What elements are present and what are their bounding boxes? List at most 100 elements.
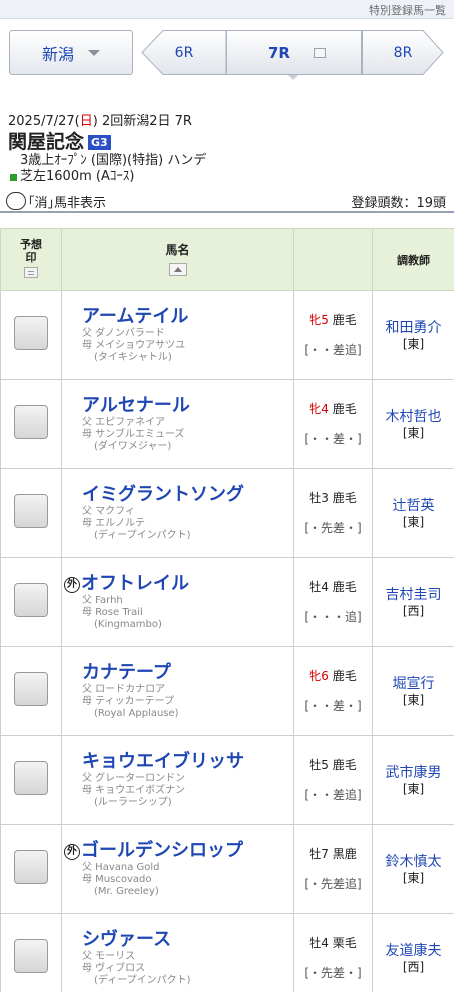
trainer-name[interactable]: 堀宣行 xyxy=(373,675,454,693)
prediction-mark-button[interactable] xyxy=(14,939,48,973)
sire: 父 ロードカナロア xyxy=(82,684,166,695)
prediction-mark-button[interactable] xyxy=(14,316,48,350)
table-header-row: 予想 印 馬名 調教師 xyxy=(0,228,454,291)
chevron-down-icon xyxy=(88,49,100,56)
trainer-affiliation: [東] xyxy=(402,425,425,440)
broodmare-sire: (Mr. Greeley) xyxy=(94,886,159,897)
running-style: [・先差追] xyxy=(304,877,362,891)
table-row: イミグラントソング父 マクフィ母 エルノルテ (ディープインパクト) 牡3 鹿毛 [・… xyxy=(0,468,454,558)
next-race-label: 8R xyxy=(393,44,413,61)
trainer-name[interactable]: 鈴木慎太 xyxy=(373,853,454,871)
sex-age-cell: 牝4 鹿毛 [・・差・] xyxy=(293,379,373,469)
current-race-button[interactable]: 7R xyxy=(226,30,362,80)
prediction-cell xyxy=(0,290,62,380)
horse-name[interactable]: シヴァース xyxy=(82,929,293,951)
table-row: 外オフトレイル父 Farhh 母 Rose Trail (Kingmambo) 牡4 … xyxy=(0,557,454,647)
hide-scratched-label: ｢消｣馬非表示 xyxy=(28,195,107,211)
trainer-header: 調教師 xyxy=(372,228,454,291)
horse-name[interactable]: カナテープ xyxy=(82,662,293,684)
window-icon xyxy=(314,48,326,58)
menu-icon[interactable] xyxy=(24,267,38,278)
dam: 母 Rose Trail xyxy=(82,607,143,618)
venue-select-button[interactable]: 新潟 xyxy=(9,30,133,75)
running-style: [・・・追] xyxy=(304,610,362,624)
special-entries-link[interactable]: 特別登録馬一覧 xyxy=(369,2,446,18)
horse-name[interactable]: 外ゴールデンシロップ xyxy=(64,840,293,862)
prediction-cell xyxy=(0,824,62,914)
prediction-mark-button[interactable] xyxy=(14,761,48,795)
sire: 父 モーリス xyxy=(82,951,136,962)
sire: 父 グレーターロンドン xyxy=(82,773,186,784)
race-title: 関屋記念 xyxy=(8,131,85,153)
prediction-mark-button[interactable] xyxy=(14,850,48,884)
dam: 母 キョウエイボズナン xyxy=(82,785,186,796)
prediction-cell xyxy=(0,557,62,647)
running-style: [・・差・] xyxy=(304,699,362,713)
table-row: 外ゴールデンシロップ父 Havana Gold 母 Muscovado (Mr. G… xyxy=(0,824,454,914)
sire: 父 Havana Gold xyxy=(82,862,160,873)
next-race-button[interactable]: 8R xyxy=(362,30,444,75)
info-header xyxy=(293,228,373,291)
trainer-name[interactable]: 武市康男 xyxy=(373,764,454,782)
horse-cell: アルセナール父 エピファネイア母 サンブルエミューズ (ダイワメジャー) xyxy=(61,379,294,469)
sire: 父 Farhh xyxy=(82,595,123,606)
sire: 父 エピファネイア xyxy=(82,417,166,428)
dam: 母 サンブルエミューズ xyxy=(82,429,185,440)
trainer-cell: 辻哲英 [東] xyxy=(372,468,454,558)
horse-name[interactable]: アームテイル xyxy=(82,306,293,328)
sex-age-cell: 牝5 鹿毛 [・・差追] xyxy=(293,290,373,380)
hide-scratched-toggle[interactable] xyxy=(6,192,26,210)
broodmare-sire: (ルーラーシップ) xyxy=(94,797,172,808)
prev-race-button[interactable]: 6R xyxy=(141,30,227,75)
trainer-name[interactable]: 友道康夫 xyxy=(373,942,454,960)
horse-name[interactable]: 外オフトレイル xyxy=(64,573,293,595)
entry-count: 登録頭数：19頭 xyxy=(351,195,446,211)
prediction-mark-button[interactable] xyxy=(14,405,48,439)
trainer-affiliation: [東] xyxy=(402,514,425,529)
prediction-cell xyxy=(0,913,62,992)
trainer-cell: 友道康夫 [西] xyxy=(372,913,454,992)
trainer-affiliation: [東] xyxy=(402,781,425,796)
filter-row: ｢消｣馬非表示 登録頭数：19頭 xyxy=(0,191,454,213)
pointer-icon xyxy=(288,75,298,80)
race-conditions: 3歳上ｵｰﾌﾟﾝ (国際)(特指) ハンデ xyxy=(20,153,207,168)
dam: 母 ヴィブロス xyxy=(82,963,146,974)
prediction-cell xyxy=(0,468,62,558)
prediction-cell xyxy=(0,379,62,469)
current-race-shape-icon xyxy=(226,30,362,75)
trainer-name[interactable]: 木村哲也 xyxy=(373,408,454,426)
prediction-mark-button[interactable] xyxy=(14,583,48,617)
running-style: [・・差・] xyxy=(304,432,362,446)
race-navigation: 新潟 6R 7R 8R xyxy=(0,19,454,80)
hide-scratched-control[interactable]: ｢消｣馬非表示 xyxy=(6,192,106,211)
turf-square-icon xyxy=(10,173,17,181)
horse-name-header: 馬名 xyxy=(61,228,294,291)
prediction-cell xyxy=(0,735,62,825)
race-info: 2025/7/27(日) 2回新潟2日 7R 関屋記念 G3 3歳上ｵｰﾌﾟﾝ … xyxy=(0,113,454,185)
trainer-name[interactable]: 辻哲英 xyxy=(373,497,454,515)
sex-age: 牡4 鹿毛 xyxy=(309,580,357,594)
table-row: シヴァース父 モーリス母 ヴィブロス (ディープインパクト) 牡4 栗毛 [・先差・]… xyxy=(0,913,454,992)
trainer-cell: 鈴木慎太 [東] xyxy=(372,824,454,914)
horse-name[interactable]: イミグラントソング xyxy=(82,484,293,506)
prediction-mark-button[interactable] xyxy=(14,494,48,528)
prediction-mark-button[interactable] xyxy=(14,672,48,706)
trainer-name[interactable]: 吉村圭司 xyxy=(373,586,454,604)
current-race-label: 7R xyxy=(268,43,290,62)
race-course: 芝左1600m (Aｺｰｽ) xyxy=(10,169,446,185)
trainer-cell: 和田勇介 [東] xyxy=(372,290,454,380)
horse-name[interactable]: キョウエイブリッサ xyxy=(82,751,293,773)
sex-age-cell: 牡3 鹿毛 [・先差・] xyxy=(293,468,373,558)
broodmare-sire: (Royal Applause) xyxy=(94,708,179,719)
trainer-name[interactable]: 和田勇介 xyxy=(373,319,454,337)
sort-up-icon[interactable] xyxy=(168,262,187,276)
horse-name[interactable]: アルセナール xyxy=(82,395,293,417)
trainer-affiliation: [西] xyxy=(402,959,425,974)
grade-badge: G3 xyxy=(88,134,111,150)
sex-age: 牡4 栗毛 xyxy=(309,936,357,950)
broodmare-sire: (ダイワメジャー) xyxy=(94,441,172,452)
table-row: アームテイル父 ダノンバラード母 メイショウアサツユ (タイキシャトル) 牝5 鹿毛… xyxy=(0,290,454,380)
dam: 母 Muscovado xyxy=(82,874,152,885)
running-style: [・・差追] xyxy=(304,343,362,357)
broodmare-sire: (ディープインパクト) xyxy=(94,975,191,986)
